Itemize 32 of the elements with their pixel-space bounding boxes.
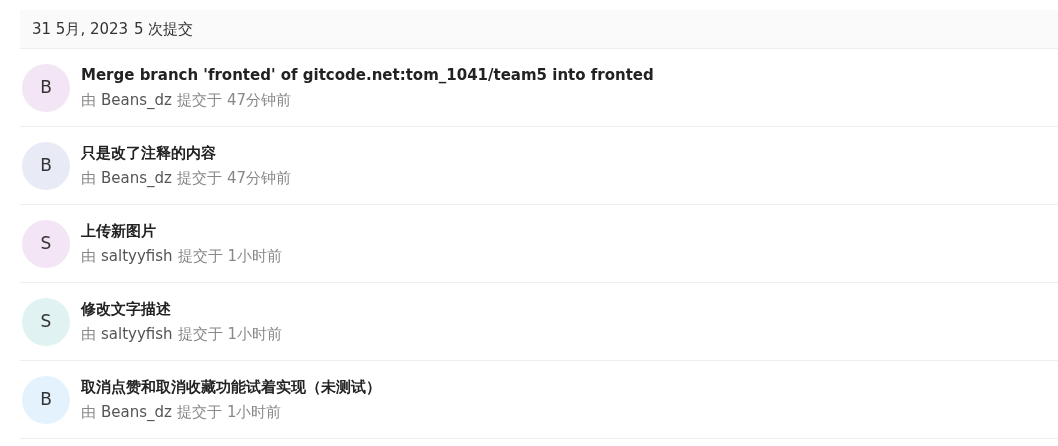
- commit-time: 47分钟前: [226, 90, 292, 111]
- commit-time: 47分钟前: [226, 168, 292, 189]
- author-name[interactable]: Beans_dz: [101, 167, 172, 190]
- commit-title[interactable]: 上传新图片: [81, 219, 283, 242]
- avatar: S: [22, 219, 70, 268]
- by-label: 由: [81, 90, 96, 111]
- commit-time: 1小时前: [227, 324, 283, 345]
- committed-label: 提交于: [176, 90, 222, 111]
- commit-title[interactable]: Merge branch 'fronted' of gitcode.net:tom_1041/team5 into fronted: [81, 63, 654, 86]
- avatar: B: [22, 63, 70, 112]
- commit-title[interactable]: 只是改了注释的内容: [81, 141, 292, 164]
- avatar: B: [22, 375, 70, 424]
- committed-label: 提交于: [177, 324, 223, 345]
- by-label: 由: [81, 246, 96, 267]
- commit-time: 1小时前: [227, 246, 283, 267]
- author-name[interactable]: Beans_dz: [101, 401, 172, 424]
- commit-title[interactable]: 修改文字描述: [81, 297, 283, 320]
- commit-time: 1小时前: [226, 402, 282, 423]
- author-name[interactable]: saltyyfish: [101, 323, 173, 346]
- author-name[interactable]: Beans_dz: [101, 89, 172, 112]
- commit-count: 5 次提交: [134, 18, 194, 40]
- by-label: 由: [81, 402, 96, 423]
- committed-label: 提交于: [176, 168, 222, 189]
- by-label: 由: [81, 168, 96, 189]
- avatar: S: [22, 297, 70, 346]
- committed-label: 提交于: [177, 246, 223, 267]
- committed-label: 提交于: [176, 402, 222, 423]
- commit-title[interactable]: 取消点赞和取消收藏功能试着实现（未测试）: [81, 375, 381, 398]
- author-name[interactable]: saltyyfish: [101, 245, 173, 268]
- commit-date: 31 5月, 2023: [32, 18, 129, 40]
- by-label: 由: [81, 324, 96, 345]
- avatar: B: [22, 141, 70, 190]
